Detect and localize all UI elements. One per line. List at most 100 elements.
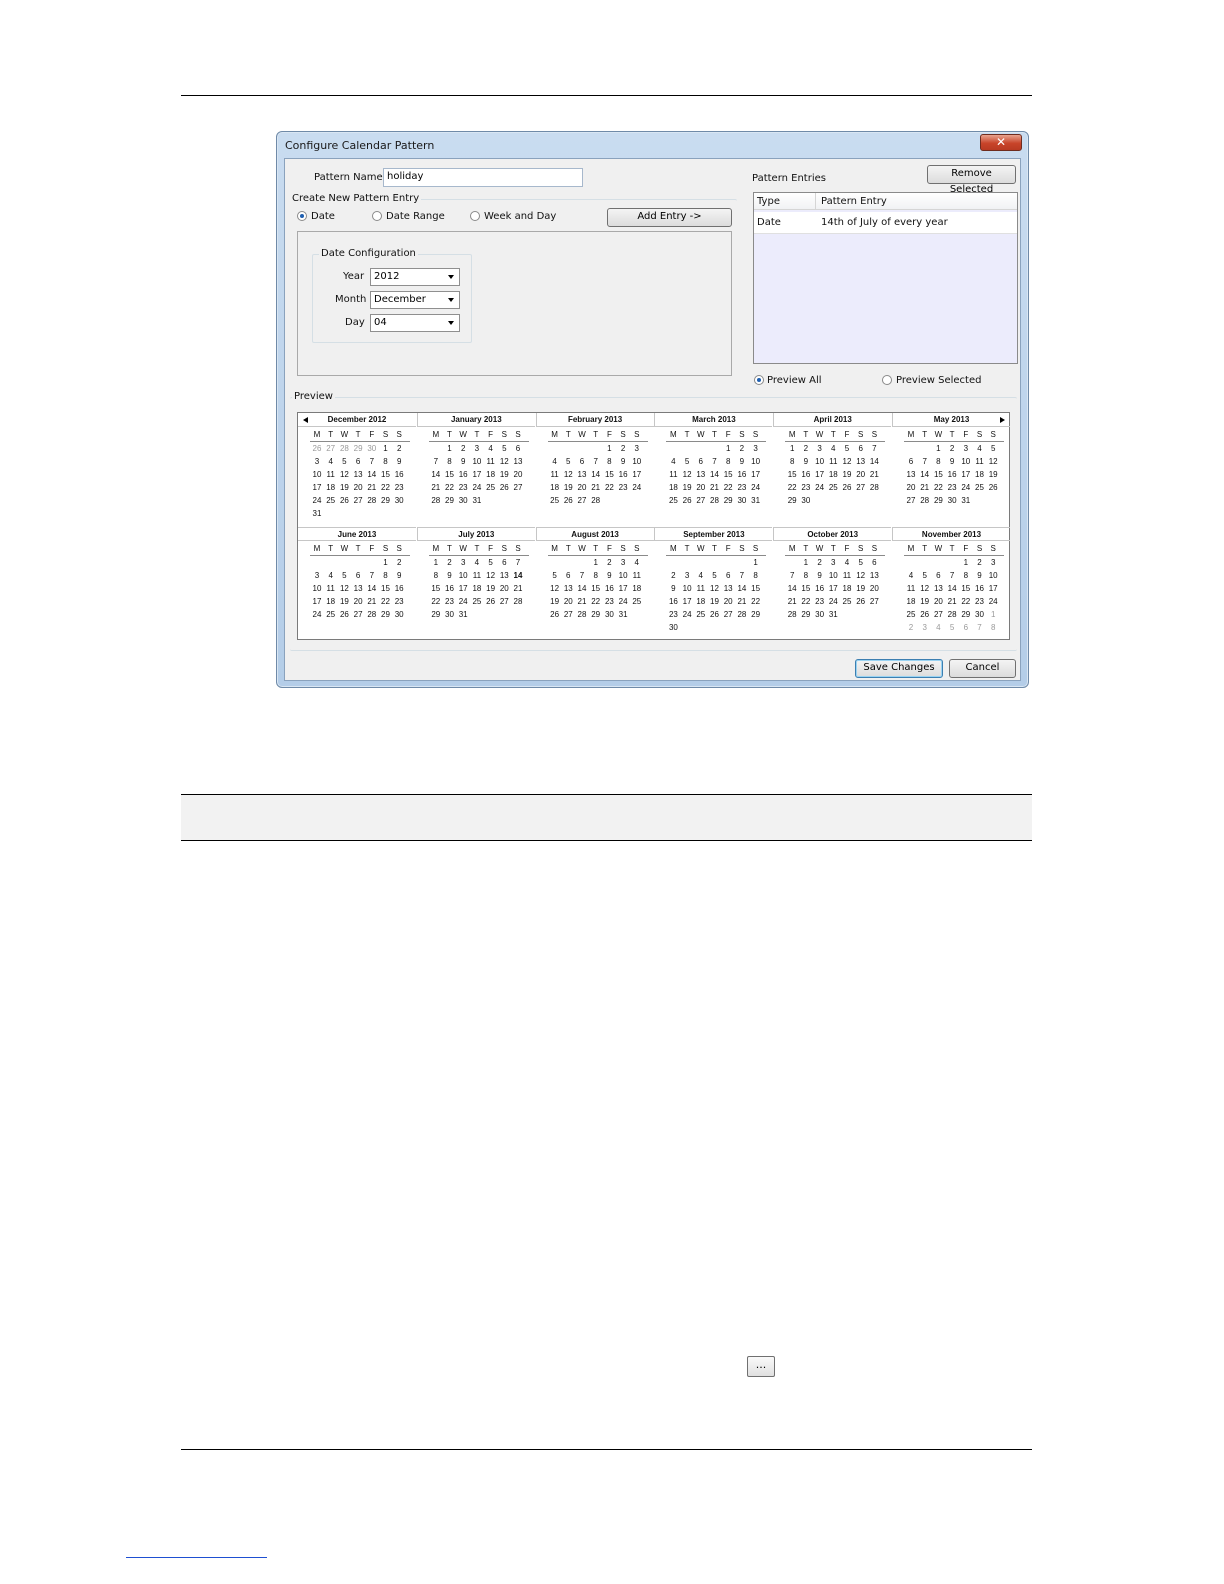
calendar-day[interactable]: 4 <box>324 456 338 467</box>
calendar-day[interactable]: 9 <box>666 583 680 594</box>
calendar-day[interactable]: 15 <box>589 583 603 594</box>
calendar-day[interactable]: 4 <box>973 443 987 454</box>
calendar-day[interactable]: 7 <box>511 557 525 568</box>
calendar-day[interactable]: 16 <box>456 469 470 480</box>
calendar-day[interactable]: 8 <box>799 570 813 581</box>
calendar-day[interactable]: 1 <box>589 557 603 568</box>
calendar-day[interactable]: 26 <box>337 609 351 620</box>
calendar-day[interactable]: 24 <box>826 596 840 607</box>
calendar-day[interactable]: 5 <box>548 570 562 581</box>
calendar-day[interactable]: 2 <box>735 443 749 454</box>
calendar-day[interactable]: 14 <box>918 469 932 480</box>
calendar-day[interactable]: 23 <box>602 596 616 607</box>
calendar-day[interactable]: 13 <box>575 469 589 480</box>
calendar-day[interactable]: 15 <box>379 469 393 480</box>
calendar-day[interactable]: 8 <box>589 570 603 581</box>
calendar-day[interactable]: 13 <box>931 583 945 594</box>
calendar-day[interactable]: 27 <box>351 609 365 620</box>
calendar-day[interactable]: 15 <box>785 469 799 480</box>
calendar-day[interactable]: 23 <box>392 482 406 493</box>
calendar-day[interactable]: 31 <box>456 609 470 620</box>
calendar-day[interactable]: 27 <box>867 596 881 607</box>
calendar-day[interactable]: 2 <box>602 557 616 568</box>
calendar-day[interactable]: 3 <box>310 570 324 581</box>
calendar-day[interactable]: 14 <box>365 469 379 480</box>
calendar-day[interactable]: 3 <box>680 570 694 581</box>
calendar-day[interactable]: 21 <box>945 596 959 607</box>
calendar-day[interactable]: 24 <box>456 596 470 607</box>
calendar-day[interactable]: 27 <box>721 609 735 620</box>
calendar-day[interactable]: 7 <box>867 443 881 454</box>
calendar-day[interactable]: 29 <box>799 609 813 620</box>
column-header-pattern-entry[interactable]: Pattern Entry <box>821 196 887 207</box>
calendar-day[interactable]: 8 <box>721 456 735 467</box>
calendar-day[interactable]: 12 <box>986 456 1000 467</box>
calendar-day[interactable]: 14 <box>945 583 959 594</box>
calendar-day[interactable]: 6 <box>575 456 589 467</box>
calendar-day[interactable]: 31 <box>959 495 973 506</box>
calendar-day[interactable]: 16 <box>392 469 406 480</box>
calendar-day[interactable]: 15 <box>442 469 456 480</box>
calendar-day[interactable]: 31 <box>826 609 840 620</box>
radio-preview-selected[interactable] <box>882 375 892 385</box>
calendar-day[interactable]: 9 <box>735 456 749 467</box>
calendar-day[interactable]: 24 <box>680 609 694 620</box>
calendar-day[interactable]: 30 <box>945 495 959 506</box>
calendar-day[interactable]: 23 <box>945 482 959 493</box>
calendar-day[interactable]: 3 <box>826 557 840 568</box>
calendar-day[interactable]: 18 <box>630 583 644 594</box>
calendar-day[interactable]: 22 <box>429 596 443 607</box>
calendar-day[interactable]: 20 <box>497 583 511 594</box>
radio-week-and-day[interactable] <box>470 211 480 221</box>
radio-date[interactable] <box>297 211 307 221</box>
calendar-day[interactable]: 5 <box>986 443 1000 454</box>
calendar-day[interactable]: 17 <box>616 583 630 594</box>
calendar-day[interactable]: 5 <box>707 570 721 581</box>
calendar-day[interactable]: 25 <box>826 482 840 493</box>
calendar-day[interactable]: 2 <box>945 443 959 454</box>
calendar-day[interactable]: 18 <box>973 469 987 480</box>
calendar-day[interactable]: 11 <box>324 469 338 480</box>
calendar-day[interactable]: 13 <box>351 583 365 594</box>
calendar-day[interactable]: 23 <box>616 482 630 493</box>
calendar-day[interactable]: 4 <box>904 570 918 581</box>
calendar-day[interactable]: 15 <box>429 583 443 594</box>
calendar-day[interactable]: 25 <box>666 495 680 506</box>
calendar-day[interactable]: 21 <box>867 469 881 480</box>
calendar-day[interactable]: 23 <box>799 482 813 493</box>
radio-preview-all[interactable] <box>754 375 764 385</box>
calendar-day[interactable]: 23 <box>442 596 456 607</box>
calendar-day[interactable]: 21 <box>918 482 932 493</box>
calendar-day[interactable]: 12 <box>854 570 868 581</box>
calendar-day[interactable]: 6 <box>959 622 973 633</box>
calendar-day[interactable]: 21 <box>575 596 589 607</box>
calendar-day[interactable]: 9 <box>392 570 406 581</box>
calendar-day[interactable]: 25 <box>324 495 338 506</box>
calendar-day[interactable]: 7 <box>589 456 603 467</box>
calendar-day[interactable]: 20 <box>575 482 589 493</box>
calendar-day[interactable]: 1 <box>429 557 443 568</box>
calendar-day[interactable]: 28 <box>365 609 379 620</box>
calendar-day[interactable]: 20 <box>694 482 708 493</box>
calendar-day[interactable]: 10 <box>826 570 840 581</box>
calendar-day[interactable]: 22 <box>589 596 603 607</box>
calendar-day[interactable]: 27 <box>497 596 511 607</box>
calendar-day[interactable]: 11 <box>694 583 708 594</box>
calendar-day[interactable]: 30 <box>442 609 456 620</box>
calendar-day[interactable]: 18 <box>904 596 918 607</box>
calendar-day[interactable]: 28 <box>511 596 525 607</box>
calendar-day[interactable]: 11 <box>324 583 338 594</box>
calendar-day[interactable]: 15 <box>931 469 945 480</box>
calendar-day[interactable]: 30 <box>365 443 379 454</box>
calendar-day[interactable]: 18 <box>324 482 338 493</box>
close-button[interactable]: ✕ <box>980 134 1022 151</box>
calendar-day[interactable]: 30 <box>799 495 813 506</box>
calendar-day[interactable]: 1 <box>931 443 945 454</box>
calendar-day[interactable]: 7 <box>429 456 443 467</box>
calendar-day[interactable]: 8 <box>442 456 456 467</box>
calendar-day[interactable]: 17 <box>630 469 644 480</box>
calendar-day[interactable]: 7 <box>735 570 749 581</box>
calendar-day[interactable]: 9 <box>442 570 456 581</box>
calendar-day[interactable]: 26 <box>484 596 498 607</box>
calendar-day[interactable]: 8 <box>429 570 443 581</box>
